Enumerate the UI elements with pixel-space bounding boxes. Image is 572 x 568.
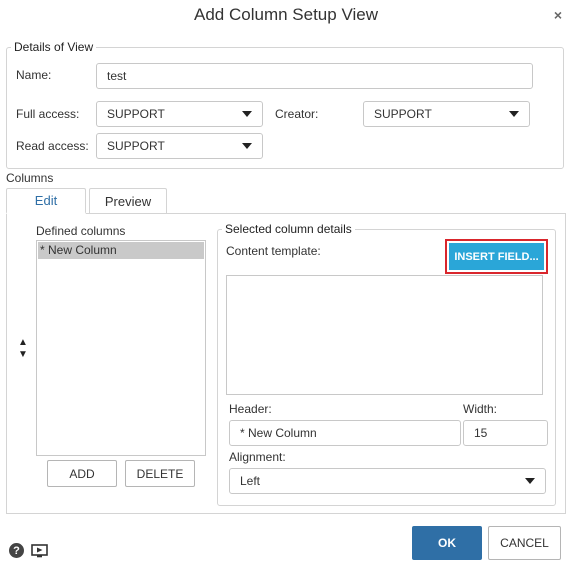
width-label: Width: bbox=[463, 402, 498, 416]
name-input[interactable]: test bbox=[96, 63, 533, 89]
insert-field-label: INSERT FIELD... bbox=[454, 250, 539, 263]
ok-button[interactable]: OK bbox=[412, 526, 482, 560]
ok-button-label: OK bbox=[438, 536, 456, 550]
close-icon[interactable]: × bbox=[554, 7, 562, 23]
move-down-icon[interactable]: ▼ bbox=[18, 349, 28, 361]
defined-columns-label: Defined columns bbox=[36, 224, 126, 238]
header-input-value: * New Column bbox=[240, 426, 317, 440]
name-label: Name: bbox=[16, 68, 52, 82]
header-input[interactable]: * New Column bbox=[229, 420, 461, 446]
tab-preview[interactable]: Preview bbox=[89, 188, 167, 214]
cancel-button[interactable]: CANCEL bbox=[488, 526, 561, 560]
chevron-down-icon bbox=[509, 111, 519, 117]
selected-legend: Selected column details bbox=[225, 222, 352, 236]
creator-value: SUPPORT bbox=[374, 107, 432, 121]
name-input-value: test bbox=[107, 69, 127, 83]
width-input[interactable]: 15 bbox=[463, 420, 548, 446]
alignment-value: Left bbox=[240, 474, 261, 488]
read-access-label: Read access: bbox=[16, 139, 89, 153]
defined-columns-list[interactable]: * New Column bbox=[36, 240, 206, 456]
list-item[interactable]: * New Column bbox=[38, 242, 204, 259]
full-access-select[interactable]: SUPPORT bbox=[96, 101, 263, 127]
move-up-icon[interactable]: ▲ bbox=[18, 337, 28, 349]
add-button[interactable]: ADD bbox=[47, 460, 117, 487]
add-button-label: ADD bbox=[69, 466, 95, 481]
tab-edit-label: Edit bbox=[34, 193, 58, 208]
insert-field-button[interactable]: INSERT FIELD... bbox=[449, 243, 544, 270]
alignment-select[interactable]: Left bbox=[229, 468, 546, 494]
chevron-down-icon bbox=[525, 478, 535, 484]
delete-button[interactable]: DELETE bbox=[125, 460, 195, 487]
help-icon-glyph: ? bbox=[13, 544, 20, 557]
help-icon[interactable]: ? bbox=[9, 543, 24, 558]
chevron-down-icon bbox=[242, 143, 252, 149]
read-access-value: SUPPORT bbox=[107, 139, 165, 153]
delete-button-label: DELETE bbox=[136, 466, 184, 481]
chevron-down-icon bbox=[242, 111, 252, 117]
video-tutorial-icon[interactable] bbox=[31, 544, 48, 558]
content-template-textarea[interactable] bbox=[226, 275, 543, 395]
creator-select[interactable]: SUPPORT bbox=[363, 101, 530, 127]
read-access-select[interactable]: SUPPORT bbox=[96, 133, 263, 159]
content-template-label: Content template: bbox=[226, 244, 321, 258]
dialog-title: Add Column Setup View bbox=[194, 5, 378, 24]
tab-preview-label: Preview bbox=[104, 194, 152, 209]
tab-edit[interactable]: Edit bbox=[6, 188, 86, 214]
details-legend: Details of View bbox=[14, 40, 94, 54]
columns-label: Columns bbox=[6, 171, 54, 185]
width-input-value: 15 bbox=[474, 426, 488, 440]
full-access-label: Full access: bbox=[16, 107, 80, 121]
cancel-button-label: CANCEL bbox=[500, 536, 549, 550]
creator-label: Creator: bbox=[275, 107, 319, 121]
full-access-value: SUPPORT bbox=[107, 107, 165, 121]
alignment-label: Alignment: bbox=[229, 450, 286, 464]
header-label: Header: bbox=[229, 402, 272, 416]
insert-field-highlight: INSERT FIELD... bbox=[445, 239, 548, 274]
